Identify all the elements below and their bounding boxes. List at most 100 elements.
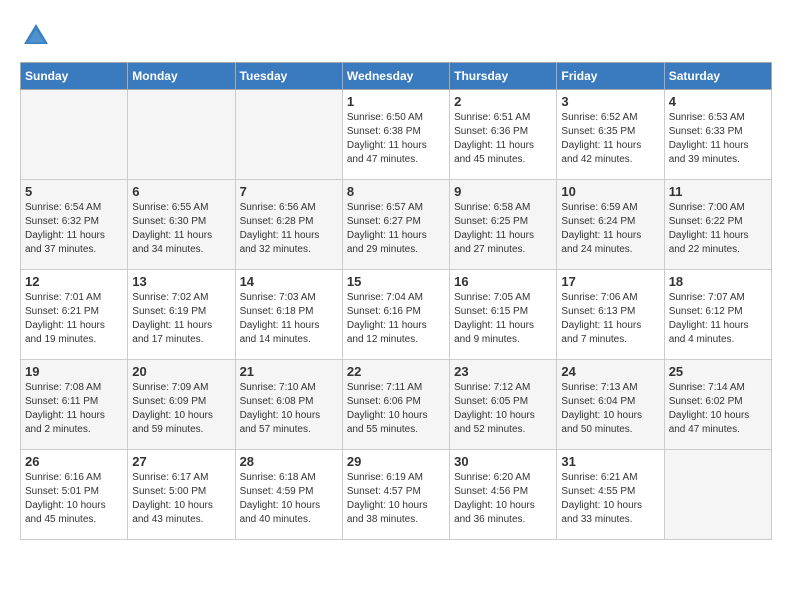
calendar-day-cell: 12 Sunrise: 7:01 AMSunset: 6:21 PMDayligh…	[21, 270, 128, 360]
calendar-day-cell	[235, 90, 342, 180]
day-info: Sunrise: 6:59 AMSunset: 6:24 PMDaylight:…	[561, 201, 659, 257]
calendar-week-row: 26 Sunrise: 6:16 AMSunset: 5:01 PMDayligh…	[21, 450, 772, 540]
day-number: 12	[25, 274, 123, 289]
day-info: Sunrise: 6:56 AMSunset: 6:28 PMDaylight:…	[240, 201, 338, 257]
day-info: Sunrise: 6:51 AMSunset: 6:36 PMDaylight:…	[454, 111, 552, 167]
day-number: 16	[454, 274, 552, 289]
day-number: 18	[669, 274, 767, 289]
day-info: Sunrise: 6:18 AMSunset: 4:59 PMDaylight:…	[240, 471, 338, 527]
calendar-day-cell	[21, 90, 128, 180]
calendar-day-cell: 5 Sunrise: 6:54 AMSunset: 6:32 PMDaylight…	[21, 180, 128, 270]
day-number: 28	[240, 454, 338, 469]
calendar-day-cell: 30 Sunrise: 6:20 AMSunset: 4:56 PMDayligh…	[450, 450, 557, 540]
day-info: Sunrise: 7:01 AMSunset: 6:21 PMDaylight:…	[25, 291, 123, 347]
day-info: Sunrise: 7:13 AMSunset: 6:04 PMDaylight:…	[561, 381, 659, 437]
day-info: Sunrise: 7:10 AMSunset: 6:08 PMDaylight:…	[240, 381, 338, 437]
day-info: Sunrise: 7:05 AMSunset: 6:15 PMDaylight:…	[454, 291, 552, 347]
calendar-day-cell: 2 Sunrise: 6:51 AMSunset: 6:36 PMDaylight…	[450, 90, 557, 180]
calendar-day-cell: 25 Sunrise: 7:14 AMSunset: 6:02 PMDayligh…	[664, 360, 771, 450]
day-number: 21	[240, 364, 338, 379]
day-number: 31	[561, 454, 659, 469]
calendar-day-cell: 21 Sunrise: 7:10 AMSunset: 6:08 PMDayligh…	[235, 360, 342, 450]
calendar-table: SundayMondayTuesdayWednesdayThursdayFrid…	[20, 62, 772, 540]
day-number: 24	[561, 364, 659, 379]
day-number: 19	[25, 364, 123, 379]
day-info: Sunrise: 7:11 AMSunset: 6:06 PMDaylight:…	[347, 381, 445, 437]
day-number: 14	[240, 274, 338, 289]
calendar-day-cell: 13Sunrise: 7:02 AMSunset: 6:19 PMDayligh…	[128, 270, 235, 360]
day-of-week-header: Saturday	[664, 63, 771, 90]
logo-icon	[20, 20, 52, 52]
calendar-day-cell: 22 Sunrise: 7:11 AMSunset: 6:06 PMDayligh…	[342, 360, 449, 450]
day-info: Sunrise: 6:58 AMSunset: 6:25 PMDaylight:…	[454, 201, 552, 257]
day-info: Sunrise: 6:57 AMSunset: 6:27 PMDaylight:…	[347, 201, 445, 257]
day-of-week-header: Monday	[128, 63, 235, 90]
calendar-day-cell: 29 Sunrise: 6:19 AMSunset: 4:57 PMDayligh…	[342, 450, 449, 540]
day-info: Sunrise: 6:50 AMSunset: 6:38 PMDaylight:…	[347, 111, 445, 167]
calendar-day-cell: 14 Sunrise: 7:03 AMSunset: 6:18 PMDayligh…	[235, 270, 342, 360]
day-info: Sunrise: 7:04 AMSunset: 6:16 PMDaylight:…	[347, 291, 445, 347]
day-number: 7	[240, 184, 338, 199]
day-info: Sunrise: 6:52 AMSunset: 6:35 PMDaylight:…	[561, 111, 659, 167]
day-number: 6	[132, 184, 230, 199]
calendar-day-cell: 6 Sunrise: 6:55 AMSunset: 6:30 PMDaylight…	[128, 180, 235, 270]
day-number: 29	[347, 454, 445, 469]
calendar-day-cell: 16 Sunrise: 7:05 AMSunset: 6:15 PMDayligh…	[450, 270, 557, 360]
calendar-day-cell: 1 Sunrise: 6:50 AMSunset: 6:38 PMDaylight…	[342, 90, 449, 180]
calendar-day-cell: 31 Sunrise: 6:21 AMSunset: 4:55 PMDayligh…	[557, 450, 664, 540]
day-number: 23	[454, 364, 552, 379]
calendar-day-cell	[664, 450, 771, 540]
logo	[20, 20, 56, 52]
calendar-day-cell: 3 Sunrise: 6:52 AMSunset: 6:35 PMDaylight…	[557, 90, 664, 180]
calendar-day-cell: 15 Sunrise: 7:04 AMSunset: 6:16 PMDayligh…	[342, 270, 449, 360]
calendar-day-cell: 9 Sunrise: 6:58 AMSunset: 6:25 PMDaylight…	[450, 180, 557, 270]
day-number: 2	[454, 94, 552, 109]
day-info: Sunrise: 6:21 AMSunset: 4:55 PMDaylight:…	[561, 471, 659, 527]
calendar-day-cell: 20Sunrise: 7:09 AMSunset: 6:09 PMDayligh…	[128, 360, 235, 450]
day-of-week-header: Tuesday	[235, 63, 342, 90]
calendar-day-cell: 28 Sunrise: 6:18 AMSunset: 4:59 PMDayligh…	[235, 450, 342, 540]
page-header	[20, 20, 772, 52]
day-number: 20	[132, 364, 230, 379]
calendar-header-row: SundayMondayTuesdayWednesdayThursdayFrid…	[21, 63, 772, 90]
day-info: Sunrise: 7:14 AMSunset: 6:02 PMDaylight:…	[669, 381, 767, 437]
day-number: 22	[347, 364, 445, 379]
day-info: Sunrise: 6:54 AMSunset: 6:32 PMDaylight:…	[25, 201, 123, 257]
day-info: Sunrise: 7:02 AMSunset: 6:19 PMDaylight:…	[132, 291, 230, 347]
day-number: 4	[669, 94, 767, 109]
day-number: 17	[561, 274, 659, 289]
day-number: 1	[347, 94, 445, 109]
day-number: 30	[454, 454, 552, 469]
calendar-day-cell: 4Sunrise: 6:53 AMSunset: 6:33 PMDaylight…	[664, 90, 771, 180]
day-number: 15	[347, 274, 445, 289]
day-number: 11	[669, 184, 767, 199]
day-of-week-header: Wednesday	[342, 63, 449, 90]
day-of-week-header: Sunday	[21, 63, 128, 90]
day-info: Sunrise: 6:20 AMSunset: 4:56 PMDaylight:…	[454, 471, 552, 527]
day-info: Sunrise: 6:16 AMSunset: 5:01 PMDaylight:…	[25, 471, 123, 527]
day-info: Sunrise: 7:03 AMSunset: 6:18 PMDaylight:…	[240, 291, 338, 347]
calendar-week-row: 1 Sunrise: 6:50 AMSunset: 6:38 PMDaylight…	[21, 90, 772, 180]
day-number: 3	[561, 94, 659, 109]
calendar-day-cell: 23 Sunrise: 7:12 AMSunset: 6:05 PMDayligh…	[450, 360, 557, 450]
calendar-day-cell: 10 Sunrise: 6:59 AMSunset: 6:24 PMDayligh…	[557, 180, 664, 270]
day-info: Sunrise: 7:12 AMSunset: 6:05 PMDaylight:…	[454, 381, 552, 437]
day-number: 9	[454, 184, 552, 199]
day-info: Sunrise: 6:17 AMSunset: 5:00 PMDaylight:…	[132, 471, 230, 527]
calendar-week-row: 5 Sunrise: 6:54 AMSunset: 6:32 PMDaylight…	[21, 180, 772, 270]
day-number: 5	[25, 184, 123, 199]
calendar-day-cell: 18 Sunrise: 7:07 AMSunset: 6:12 PMDayligh…	[664, 270, 771, 360]
day-number: 25	[669, 364, 767, 379]
day-info: Sunrise: 7:06 AMSunset: 6:13 PMDaylight:…	[561, 291, 659, 347]
day-info: Sunrise: 7:00 AMSunset: 6:22 PMDaylight:…	[669, 201, 767, 257]
calendar-week-row: 19Sunrise: 7:08 AMSunset: 6:11 PMDayligh…	[21, 360, 772, 450]
calendar-day-cell: 26 Sunrise: 6:16 AMSunset: 5:01 PMDayligh…	[21, 450, 128, 540]
day-number: 10	[561, 184, 659, 199]
calendar-day-cell: 11 Sunrise: 7:00 AMSunset: 6:22 PMDayligh…	[664, 180, 771, 270]
calendar-day-cell: 7 Sunrise: 6:56 AMSunset: 6:28 PMDaylight…	[235, 180, 342, 270]
day-of-week-header: Thursday	[450, 63, 557, 90]
day-info: Sunrise: 6:19 AMSunset: 4:57 PMDaylight:…	[347, 471, 445, 527]
day-info: Sunrise: 6:55 AMSunset: 6:30 PMDaylight:…	[132, 201, 230, 257]
day-info: Sunrise: 7:07 AMSunset: 6:12 PMDaylight:…	[669, 291, 767, 347]
day-number: 26	[25, 454, 123, 469]
